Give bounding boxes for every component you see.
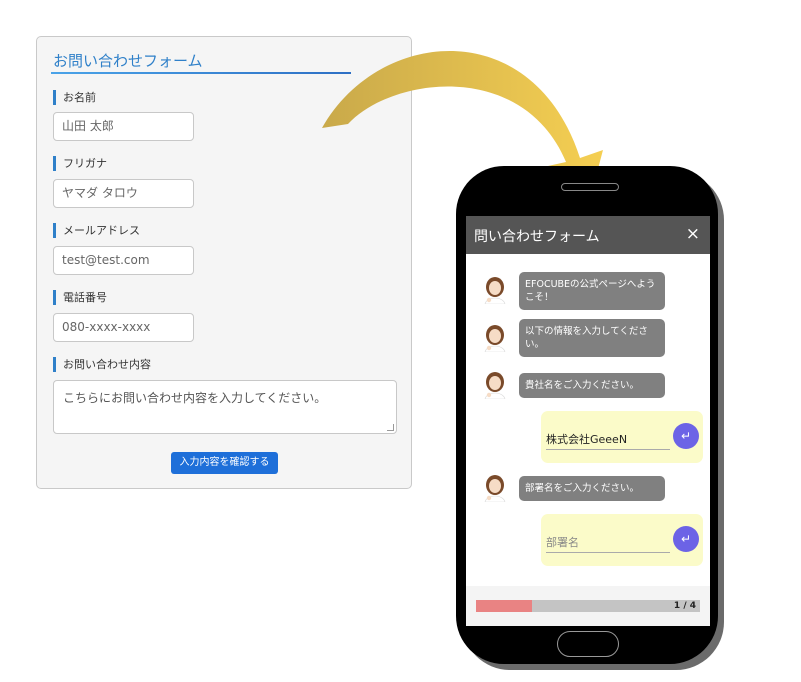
message-label: お問い合わせ内容: [53, 357, 151, 372]
furigana-label: フリガナ: [53, 156, 107, 171]
answer-underline: [546, 449, 670, 450]
email-label: メールアドレス: [53, 223, 140, 238]
home-button[interactable]: [557, 631, 619, 657]
department-answer-box: 部署名 ↵: [541, 514, 703, 566]
progress-bar: 1 / 4: [476, 600, 700, 612]
chat-title: 問い合わせフォーム: [474, 229, 600, 245]
send-icon[interactable]: ↵: [673, 526, 699, 552]
chat-screen: 問い合わせフォーム × EFOCUBEの公式ページへようこそ！ 以下の情報を入力…: [466, 216, 710, 626]
operator-avatar-icon: [484, 475, 506, 502]
progress-area: 1 / 4: [466, 592, 710, 626]
smartphone: 問い合わせフォーム × EFOCUBEの公式ページへようこそ！ 以下の情報を入力…: [456, 166, 718, 664]
name-label: お名前: [53, 90, 96, 105]
chat-header: 問い合わせフォーム ×: [466, 216, 710, 254]
email-input[interactable]: test@test.com: [53, 246, 194, 275]
phone-input[interactable]: 080-xxxx-xxxx: [53, 313, 194, 342]
bot-message: 貴社名をご入力ください。: [519, 373, 665, 398]
phone-label: 電話番号: [53, 290, 107, 305]
form-title: お問い合わせフォーム: [53, 52, 203, 70]
answer-underline: [546, 552, 670, 553]
operator-avatar-icon: [484, 325, 506, 352]
message-placeholder: こちらにお問い合わせ内容を入力してください。: [63, 391, 327, 405]
chat-body: EFOCUBEの公式ページへようこそ！ 以下の情報を入力してください。 貴社名を…: [466, 254, 710, 586]
message-textarea[interactable]: こちらにお問い合わせ内容を入力してください。: [53, 380, 397, 434]
company-answer-box: 株式会社GeeeN ↵: [541, 411, 703, 463]
company-answer-input[interactable]: 株式会社GeeeN: [546, 431, 627, 447]
close-icon[interactable]: ×: [686, 224, 700, 244]
bot-message: 部署名をご入力ください。: [519, 476, 665, 501]
furigana-input[interactable]: ヤマダ タロウ: [53, 179, 194, 208]
progress-text: 1 / 4: [673, 601, 696, 611]
phone-speaker: [561, 183, 619, 191]
operator-avatar-icon: [484, 372, 506, 399]
send-icon[interactable]: ↵: [673, 423, 699, 449]
bot-message: 以下の情報を入力してください。: [519, 319, 665, 357]
progress-fill: [476, 600, 532, 612]
confirm-button[interactable]: 入力内容を確認する: [171, 452, 278, 474]
operator-avatar-icon: [484, 277, 506, 304]
name-input[interactable]: 山田 太郎: [53, 112, 194, 141]
resize-grip-icon[interactable]: [387, 424, 394, 431]
bot-message: EFOCUBEの公式ページへようこそ！: [519, 272, 665, 310]
department-answer-input[interactable]: 部署名: [546, 534, 579, 550]
title-underline: [51, 72, 351, 74]
